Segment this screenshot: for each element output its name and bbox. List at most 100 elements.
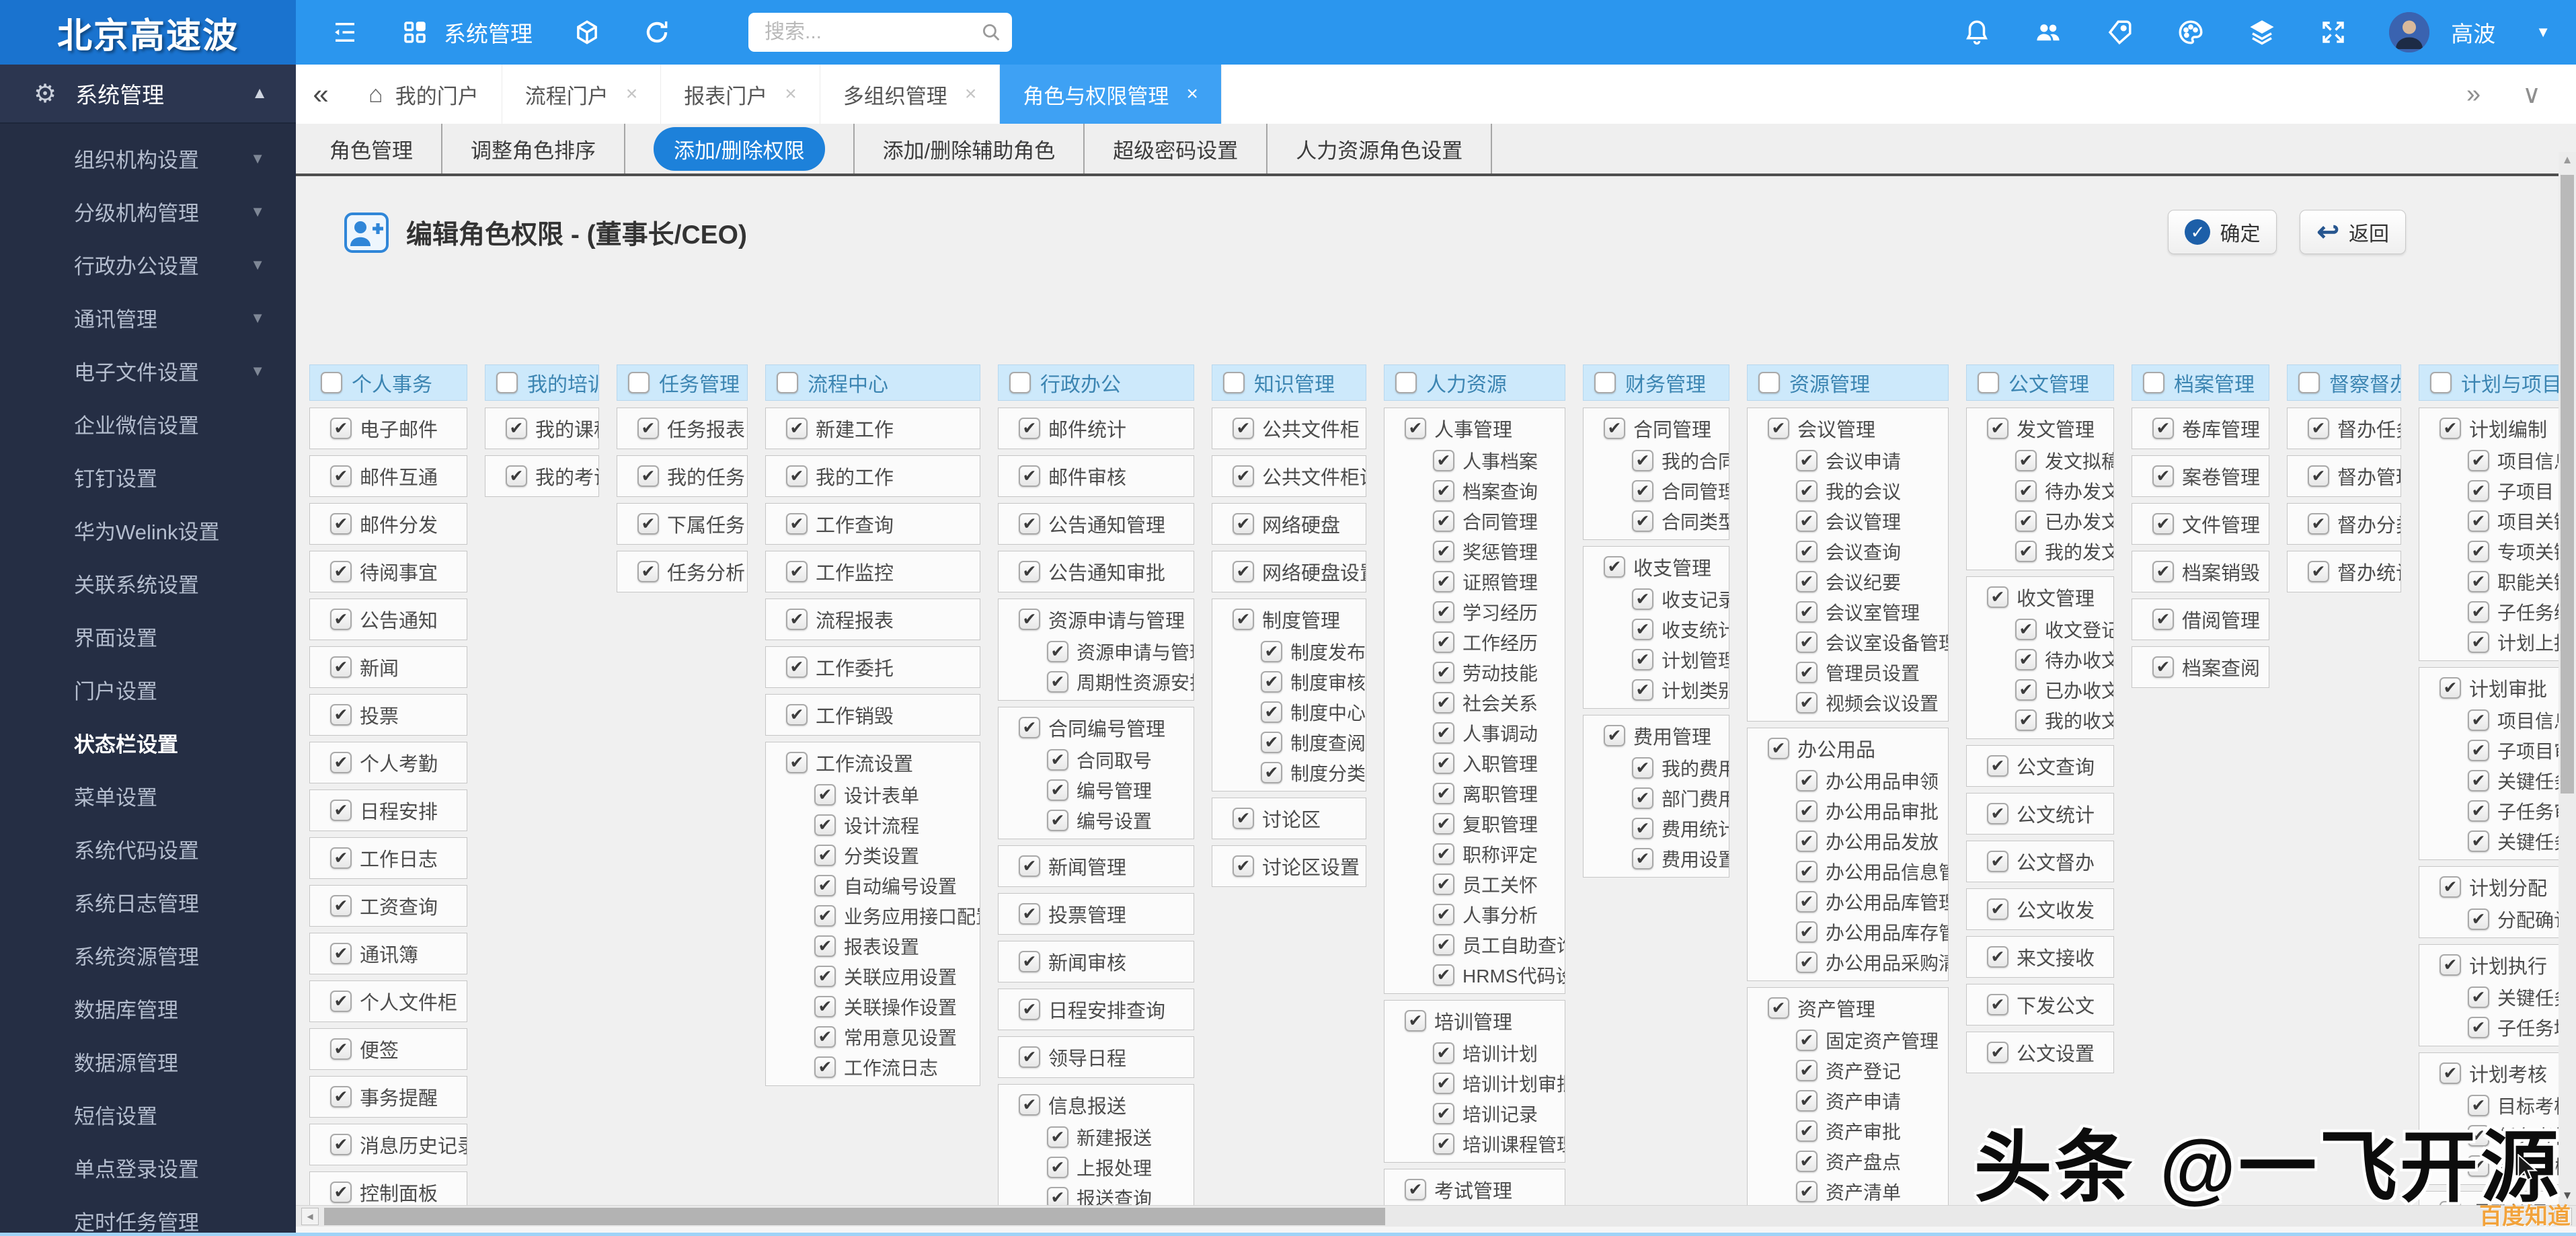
checkbox-icon[interactable]: ✔: [1047, 1126, 1068, 1148]
checkbox-icon[interactable]: ✔: [1433, 541, 1454, 562]
checkbox-icon[interactable]: ✔: [330, 1182, 352, 1203]
checkbox-icon[interactable]: ✔: [1405, 1179, 1426, 1200]
checkbox-icon[interactable]: ✔: [1233, 855, 1254, 877]
perm-group-header[interactable]: 个人事务: [309, 364, 467, 401]
checkbox-icon[interactable]: ✔: [1796, 1030, 1818, 1051]
chevron-down-icon[interactable]: ▼: [250, 256, 265, 274]
checkbox-icon[interactable]: ✔: [1261, 641, 1282, 662]
search-input[interactable]: [748, 13, 1012, 52]
checkbox-icon[interactable]: ✔: [814, 875, 836, 896]
checkbox-icon[interactable]: ✔: [1987, 946, 2008, 968]
user-avatar[interactable]: [2389, 12, 2429, 52]
checkbox-icon[interactable]: ✔: [1019, 951, 1040, 972]
checkbox-icon[interactable]: ✔: [2015, 480, 2037, 502]
checkbox-icon[interactable]: ✔: [1433, 722, 1454, 744]
checkbox-icon[interactable]: ✔: [1019, 513, 1040, 535]
checkbox-icon[interactable]: ✔: [1433, 843, 1454, 865]
sidebar-item[interactable]: 门户设置: [0, 663, 296, 716]
checkbox-icon[interactable]: ✔: [1987, 994, 2008, 1015]
checkbox-icon[interactable]: ✔: [1796, 662, 1818, 683]
checkbox-icon[interactable]: ✔: [1405, 418, 1426, 439]
checkbox-icon[interactable]: ✔: [1796, 861, 1818, 882]
checkbox-icon[interactable]: ✔: [637, 513, 659, 535]
tabs-list-icon[interactable]: ∨: [2522, 79, 2541, 110]
checkbox-icon[interactable]: ✔: [1632, 588, 1653, 610]
checkbox-icon[interactable]: ✔: [1019, 609, 1040, 630]
checkbox-icon[interactable]: ✔: [2152, 656, 2174, 678]
checkbox-icon[interactable]: ✔: [330, 465, 352, 487]
checkbox-icon[interactable]: ✔: [786, 752, 808, 773]
sidebar-item[interactable]: 系统代码设置: [0, 822, 296, 876]
checkbox-icon[interactable]: ✔: [1233, 609, 1254, 630]
checkbox-icon[interactable]: ✔: [786, 561, 808, 582]
checkbox-icon[interactable]: [2298, 372, 2320, 393]
sidebar-item[interactable]: 状态栏设置: [0, 716, 296, 769]
checkbox-icon[interactable]: ✔: [330, 1134, 352, 1155]
checkbox-icon[interactable]: ✔: [2308, 513, 2329, 535]
checkbox-icon[interactable]: ✔: [1433, 692, 1454, 713]
checkbox-icon[interactable]: ✔: [1796, 480, 1818, 502]
checkbox-icon[interactable]: ✔: [1019, 418, 1040, 439]
checkbox-icon[interactable]: ✔: [2468, 510, 2489, 532]
checkbox-icon[interactable]: ✔: [2152, 418, 2174, 439]
checkbox-icon[interactable]: ✔: [1433, 904, 1454, 925]
sidebar-item[interactable]: 定时任务管理: [0, 1194, 296, 1236]
checkbox-icon[interactable]: ✔: [2468, 709, 2489, 731]
checkbox-icon[interactable]: ✔: [1632, 510, 1653, 532]
fullscreen-icon[interactable]: [2318, 17, 2349, 48]
checkbox-icon[interactable]: ✔: [2468, 770, 2489, 791]
checkbox-icon[interactable]: ✔: [637, 418, 659, 439]
sidebar-item[interactable]: 通讯管理▼: [0, 291, 296, 344]
perm-group-header[interactable]: 督察督办: [2287, 364, 2401, 401]
checkbox-icon[interactable]: ✔: [1796, 601, 1818, 623]
chevron-down-icon[interactable]: ▼: [250, 362, 265, 380]
perm-group-header[interactable]: 公文管理: [1966, 364, 2114, 401]
checkbox-icon[interactable]: ✔: [786, 656, 808, 678]
window-tab[interactable]: ⌂我的门户: [346, 65, 502, 124]
perm-group-header[interactable]: 财务管理: [1583, 364, 1729, 401]
checkbox-icon[interactable]: ✔: [814, 814, 836, 836]
checkbox-icon[interactable]: ✔: [1433, 874, 1454, 895]
checkbox-icon[interactable]: ✔: [1433, 571, 1454, 592]
checkbox-icon[interactable]: [1395, 372, 1417, 393]
checkbox-icon[interactable]: ✔: [814, 966, 836, 987]
system-menu[interactable]: 系统管理: [399, 16, 533, 48]
sidebar-item[interactable]: 行政办公设置▼: [0, 238, 296, 291]
checkbox-icon[interactable]: ✔: [2015, 619, 2037, 640]
checkbox-icon[interactable]: ✔: [2468, 601, 2489, 623]
checkbox-icon[interactable]: ✔: [1987, 851, 2008, 872]
checkbox-icon[interactable]: ✔: [1405, 1010, 1426, 1032]
checkbox-icon[interactable]: ✔: [2308, 465, 2329, 487]
checkbox-icon[interactable]: ✔: [1019, 1094, 1040, 1116]
checkbox-icon[interactable]: ✔: [1433, 1103, 1454, 1124]
checkbox-icon[interactable]: ✔: [1796, 891, 1818, 913]
checkbox-icon[interactable]: [628, 372, 650, 393]
sub-tab[interactable]: 角色管理: [301, 124, 442, 173]
checkbox-icon[interactable]: ✔: [1796, 1181, 1818, 1202]
window-tab[interactable]: 流程门户×: [502, 65, 662, 124]
horizontal-scrollbar-thumb[interactable]: [324, 1208, 1385, 1225]
sidebar-root-system-management[interactable]: ⚙ 系统管理 ▲: [0, 65, 296, 124]
checkbox-icon[interactable]: ✔: [786, 418, 808, 439]
sidebar-item[interactable]: 数据库管理: [0, 982, 296, 1035]
checkbox-icon[interactable]: ✔: [2468, 541, 2489, 562]
checkbox-icon[interactable]: ✔: [1796, 921, 1818, 943]
checkbox-icon[interactable]: ✔: [506, 418, 527, 439]
user-dropdown-icon[interactable]: ▼: [2536, 24, 2550, 41]
checkbox-icon[interactable]: [321, 372, 342, 393]
checkbox-icon[interactable]: [2430, 372, 2452, 393]
sub-tab[interactable]: 调整角色排序: [442, 124, 625, 173]
perm-group-header[interactable]: 档案管理: [2132, 364, 2269, 401]
chevron-down-icon[interactable]: ▼: [250, 309, 265, 327]
checkbox-icon[interactable]: ✔: [1233, 561, 1254, 582]
checkbox-icon[interactable]: ✔: [1796, 692, 1818, 713]
checkbox-icon[interactable]: [1978, 372, 1999, 393]
checkbox-icon[interactable]: ✔: [786, 704, 808, 726]
checkbox-icon[interactable]: ✔: [2308, 561, 2329, 582]
checkbox-icon[interactable]: ✔: [1433, 631, 1454, 653]
checkbox-icon[interactable]: ✔: [1047, 1187, 1068, 1206]
layers-icon[interactable]: [2247, 17, 2277, 48]
checkbox-icon[interactable]: ✔: [1019, 999, 1040, 1020]
checkbox-icon[interactable]: ✔: [1632, 649, 1653, 670]
perm-group-header[interactable]: 资源管理: [1747, 364, 1949, 401]
